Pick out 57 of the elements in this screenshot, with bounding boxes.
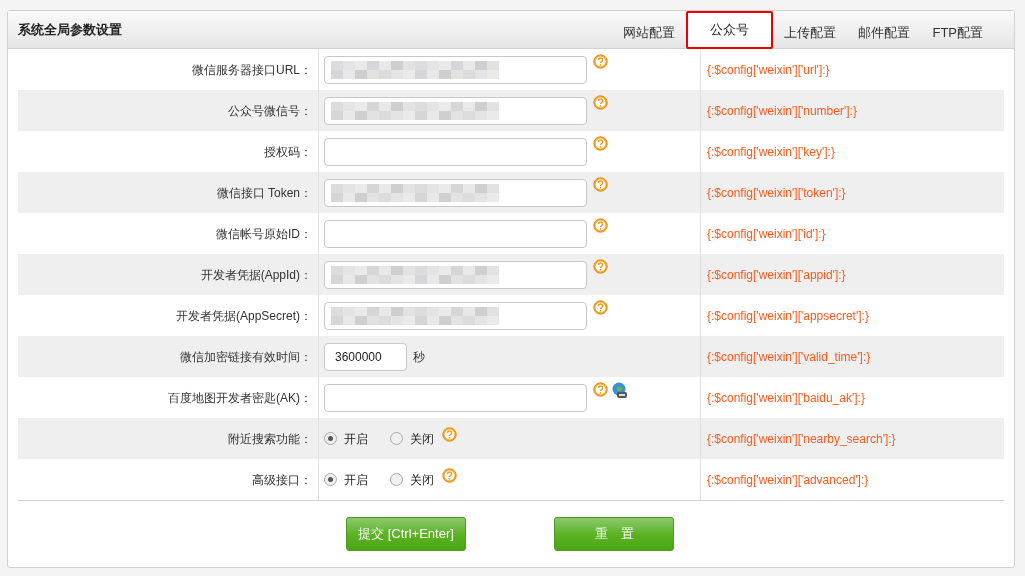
input-field[interactable] [324,96,587,125]
help-icon[interactable] [593,300,608,315]
tab[interactable]: 邮件配置 [847,18,922,48]
template-code: {:$config['weixin']['baidu_ak']:} [707,389,865,407]
radio-option[interactable]: 开启 [324,470,368,489]
field-label: 公众号微信号： [228,102,312,120]
panel-title: 系统全局参数设置 [18,20,122,39]
help-icon[interactable] [593,136,608,151]
radio-option[interactable]: 开启 [324,429,368,448]
tab[interactable]: 网站配置 [612,18,687,48]
field-label: 百度地图开发者密匙(AK)： [168,389,312,407]
tab[interactable]: FTP配置 [921,18,994,48]
input-field[interactable] [324,137,587,166]
radio-button[interactable] [390,473,403,486]
field-label: 高级接口： [252,471,312,489]
help-icon[interactable] [593,54,608,69]
input-field[interactable] [324,260,587,289]
template-code: {:$config['weixin']['id']:} [707,225,826,243]
field-label: 授权码： [264,143,312,161]
field-label: 开发者凭据(AppId)： [200,266,312,284]
help-icon[interactable] [593,177,608,192]
tab[interactable]: 上传配置 [773,18,848,48]
field-label: 微信服务器接口URL： [192,61,312,79]
help-icon[interactable] [442,427,457,442]
radio-option[interactable]: 关闭 [390,429,434,448]
template-code: {:$config['weixin']['appid']:} [707,266,846,284]
input-field[interactable]: 3600000 [324,342,407,371]
template-code: {:$config['weixin']['url']:} [707,61,830,79]
input-field[interactable] [324,383,587,412]
help-icon[interactable] [593,382,608,397]
help-icon[interactable] [593,95,608,110]
globe-link-icon[interactable] [611,382,628,399]
field-label: 附近搜索功能： [228,430,312,448]
field-label: 微信接口 Token： [216,184,312,202]
field-label: 开发者凭据(AppSecret)： [175,307,312,325]
input-field[interactable] [324,178,587,207]
input-field[interactable] [324,55,587,84]
template-code: {:$config['weixin']['nearby_search']:} [707,430,896,448]
field-label: 微信帐号原始ID： [216,225,312,243]
template-code: {:$config['weixin']['valid_time']:} [707,348,871,366]
help-icon[interactable] [593,259,608,274]
template-code: {:$config['weixin']['advanced']:} [707,471,869,489]
radio-button[interactable] [390,432,403,445]
radio-button[interactable] [324,432,337,445]
input-field[interactable] [324,219,587,248]
template-code: {:$config['weixin']['number']:} [707,102,857,120]
template-code: {:$config['weixin']['key']:} [707,143,835,161]
template-code: {:$config['weixin']['appsecret']:} [707,307,869,325]
template-code: {:$config['weixin']['token']:} [707,184,846,202]
field-label: 微信加密链接有效时间： [180,348,312,366]
help-icon[interactable] [442,468,457,483]
radio-option[interactable]: 关闭 [390,470,434,489]
unit-label: 秒 [413,348,425,366]
tab[interactable]: 公众号 [686,11,774,49]
radio-button[interactable] [324,473,337,486]
input-field[interactable] [324,301,587,330]
help-icon[interactable] [593,218,608,233]
